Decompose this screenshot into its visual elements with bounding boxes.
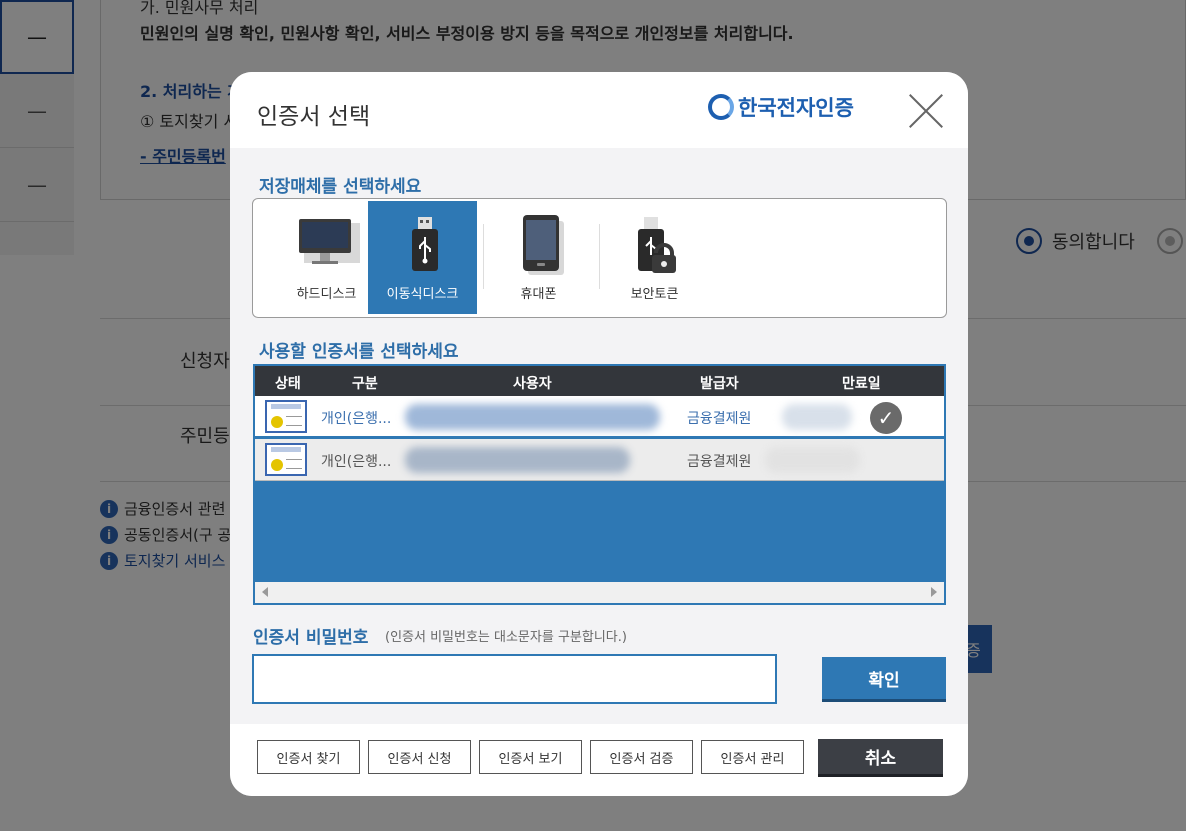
- manage-cert-button[interactable]: 인증서 관리: [701, 740, 804, 774]
- media-hard-disk[interactable]: 하드디스크: [272, 201, 381, 314]
- apply-cert-button[interactable]: 인증서 신청: [368, 740, 471, 774]
- dialog-footer: 인증서 찾기 인증서 신청 인증서 보기 인증서 검증 인증서 관리 취소: [230, 724, 968, 796]
- table-row[interactable]: 개인(은행... 금융결제원: [255, 439, 944, 481]
- certificate-dialog: 인증서 선택 한국전자인증 저장매체를 선택하세요 하드디스크 이동식디스크 휴…: [230, 72, 968, 796]
- brand-logo: 한국전자인증: [708, 92, 854, 122]
- media-label: 하드디스크: [296, 287, 357, 302]
- view-cert-button[interactable]: 인증서 보기: [479, 740, 582, 774]
- certificate-icon: [265, 443, 307, 476]
- scroll-left-icon[interactable]: [262, 587, 268, 597]
- storage-media-list: 하드디스크 이동식디스크 휴대폰 보안토큰: [252, 198, 947, 318]
- certificate-icon: [265, 400, 307, 433]
- user-blurred: [405, 447, 630, 473]
- password-label: 인증서 비밀번호: [253, 628, 369, 648]
- horizontal-scrollbar[interactable]: [255, 582, 944, 603]
- dialog-header: 인증서 선택 한국전자인증: [230, 72, 968, 148]
- table-row[interactable]: 개인(은행... 금융결제원 ✓: [255, 396, 944, 438]
- secure-token-icon: [637, 217, 676, 273]
- cert-issuer: 금융결제원: [687, 411, 752, 427]
- column-status: 상태: [275, 376, 301, 392]
- expiry-blurred: [765, 447, 860, 473]
- certificate-table: 상태 구분 사용자 발급자 만료일 개인(은행... 금융결제원 ✓ 개인(은행…: [253, 364, 946, 605]
- cert-type: 개인(은행...: [321, 454, 392, 470]
- column-expiry: 만료일: [842, 376, 881, 392]
- media-section-label: 저장매체를 선택하세요: [259, 177, 422, 197]
- column-issuer: 발급자: [700, 376, 739, 392]
- find-cert-button[interactable]: 인증서 찾기: [257, 740, 360, 774]
- close-icon[interactable]: [907, 92, 945, 130]
- brand-mark-icon: [708, 94, 734, 120]
- password-input[interactable]: [252, 654, 777, 704]
- column-type: 구분: [352, 376, 378, 392]
- scroll-right-icon[interactable]: [931, 587, 937, 597]
- media-label: 이동식디스크: [386, 287, 459, 302]
- table-header: 상태 구분 사용자 발급자 만료일: [255, 366, 944, 396]
- usb-drive-icon: [411, 217, 438, 271]
- confirm-button[interactable]: 확인: [822, 657, 946, 702]
- verify-cert-button[interactable]: 인증서 검증: [590, 740, 693, 774]
- brand-name: 한국전자인증: [738, 96, 854, 120]
- cert-section-label: 사용할 인증서를 선택하세요: [259, 342, 459, 362]
- media-label: 휴대폰: [520, 287, 557, 302]
- user-blurred: [405, 404, 660, 430]
- media-phone[interactable]: 휴대폰: [484, 201, 593, 314]
- cert-issuer: 금융결제원: [687, 454, 752, 470]
- password-hint: (인증서 비밀번호는 대소문자를 구분합니다.): [385, 630, 627, 645]
- media-label: 보안토큰: [630, 287, 679, 302]
- cert-type: 개인(은행...: [321, 411, 392, 427]
- dialog-title: 인증서 선택: [257, 104, 371, 130]
- cancel-button[interactable]: 취소: [818, 739, 943, 777]
- column-user: 사용자: [513, 376, 552, 392]
- monitor-icon: [298, 219, 360, 264]
- check-icon: ✓: [870, 402, 902, 434]
- expiry-blurred: [782, 404, 852, 430]
- media-removable-disk[interactable]: 이동식디스크: [368, 201, 477, 314]
- phone-icon: [522, 215, 564, 275]
- media-security-token[interactable]: 보안토큰: [600, 201, 709, 314]
